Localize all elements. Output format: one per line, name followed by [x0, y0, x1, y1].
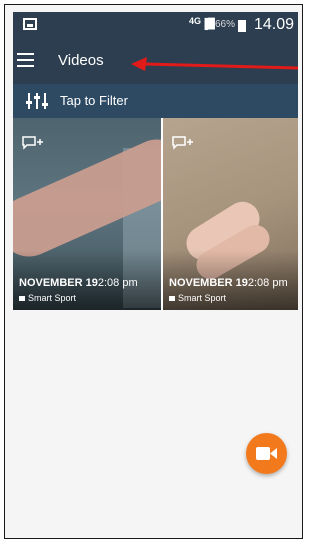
- comment-add-icon[interactable]: [22, 136, 44, 150]
- record-video-button[interactable]: [246, 433, 287, 474]
- signal-icon: ▐▉: [201, 19, 216, 30]
- battery-percent: 66%: [215, 19, 236, 30]
- filter-label: Tap to Filter: [60, 93, 128, 108]
- menu-icon[interactable]: [17, 53, 34, 67]
- page-title: Videos: [58, 52, 104, 69]
- video-tag: Smart Sport: [19, 293, 76, 303]
- video-grid: NOVEMBER 192:08 pm Smart Sport NOVEMBER …: [13, 118, 298, 310]
- annotation-arrow-icon: [131, 57, 298, 71]
- image-notification-icon: [23, 18, 37, 30]
- video-thumbnail[interactable]: NOVEMBER 192:08 pm Smart Sport: [13, 118, 161, 310]
- battery-icon: [238, 20, 246, 32]
- filter-bar[interactable]: Tap to Filter: [13, 84, 298, 118]
- video-thumbnail[interactable]: NOVEMBER 192:08 pm Smart Sport: [163, 118, 298, 310]
- tag-icon: [169, 296, 175, 302]
- video-date: NOVEMBER 192:08 pm: [19, 277, 138, 289]
- video-time: 2:08 pm: [97, 277, 138, 289]
- network-type: 4G: [189, 16, 202, 26]
- video-time: 2:08 pm: [247, 277, 288, 289]
- status-bar: 4G ▐▉ 66% 14.09: [13, 12, 298, 39]
- app-bar: Videos: [13, 39, 298, 84]
- filter-sliders-icon: [26, 93, 48, 109]
- video-tag: Smart Sport: [169, 293, 226, 303]
- video-camera-icon: [256, 447, 277, 460]
- clock: 14.09: [254, 16, 295, 33]
- tag-icon: [19, 296, 25, 302]
- comment-add-icon[interactable]: [172, 136, 194, 150]
- video-date: NOVEMBER 192:08 pm: [169, 277, 288, 289]
